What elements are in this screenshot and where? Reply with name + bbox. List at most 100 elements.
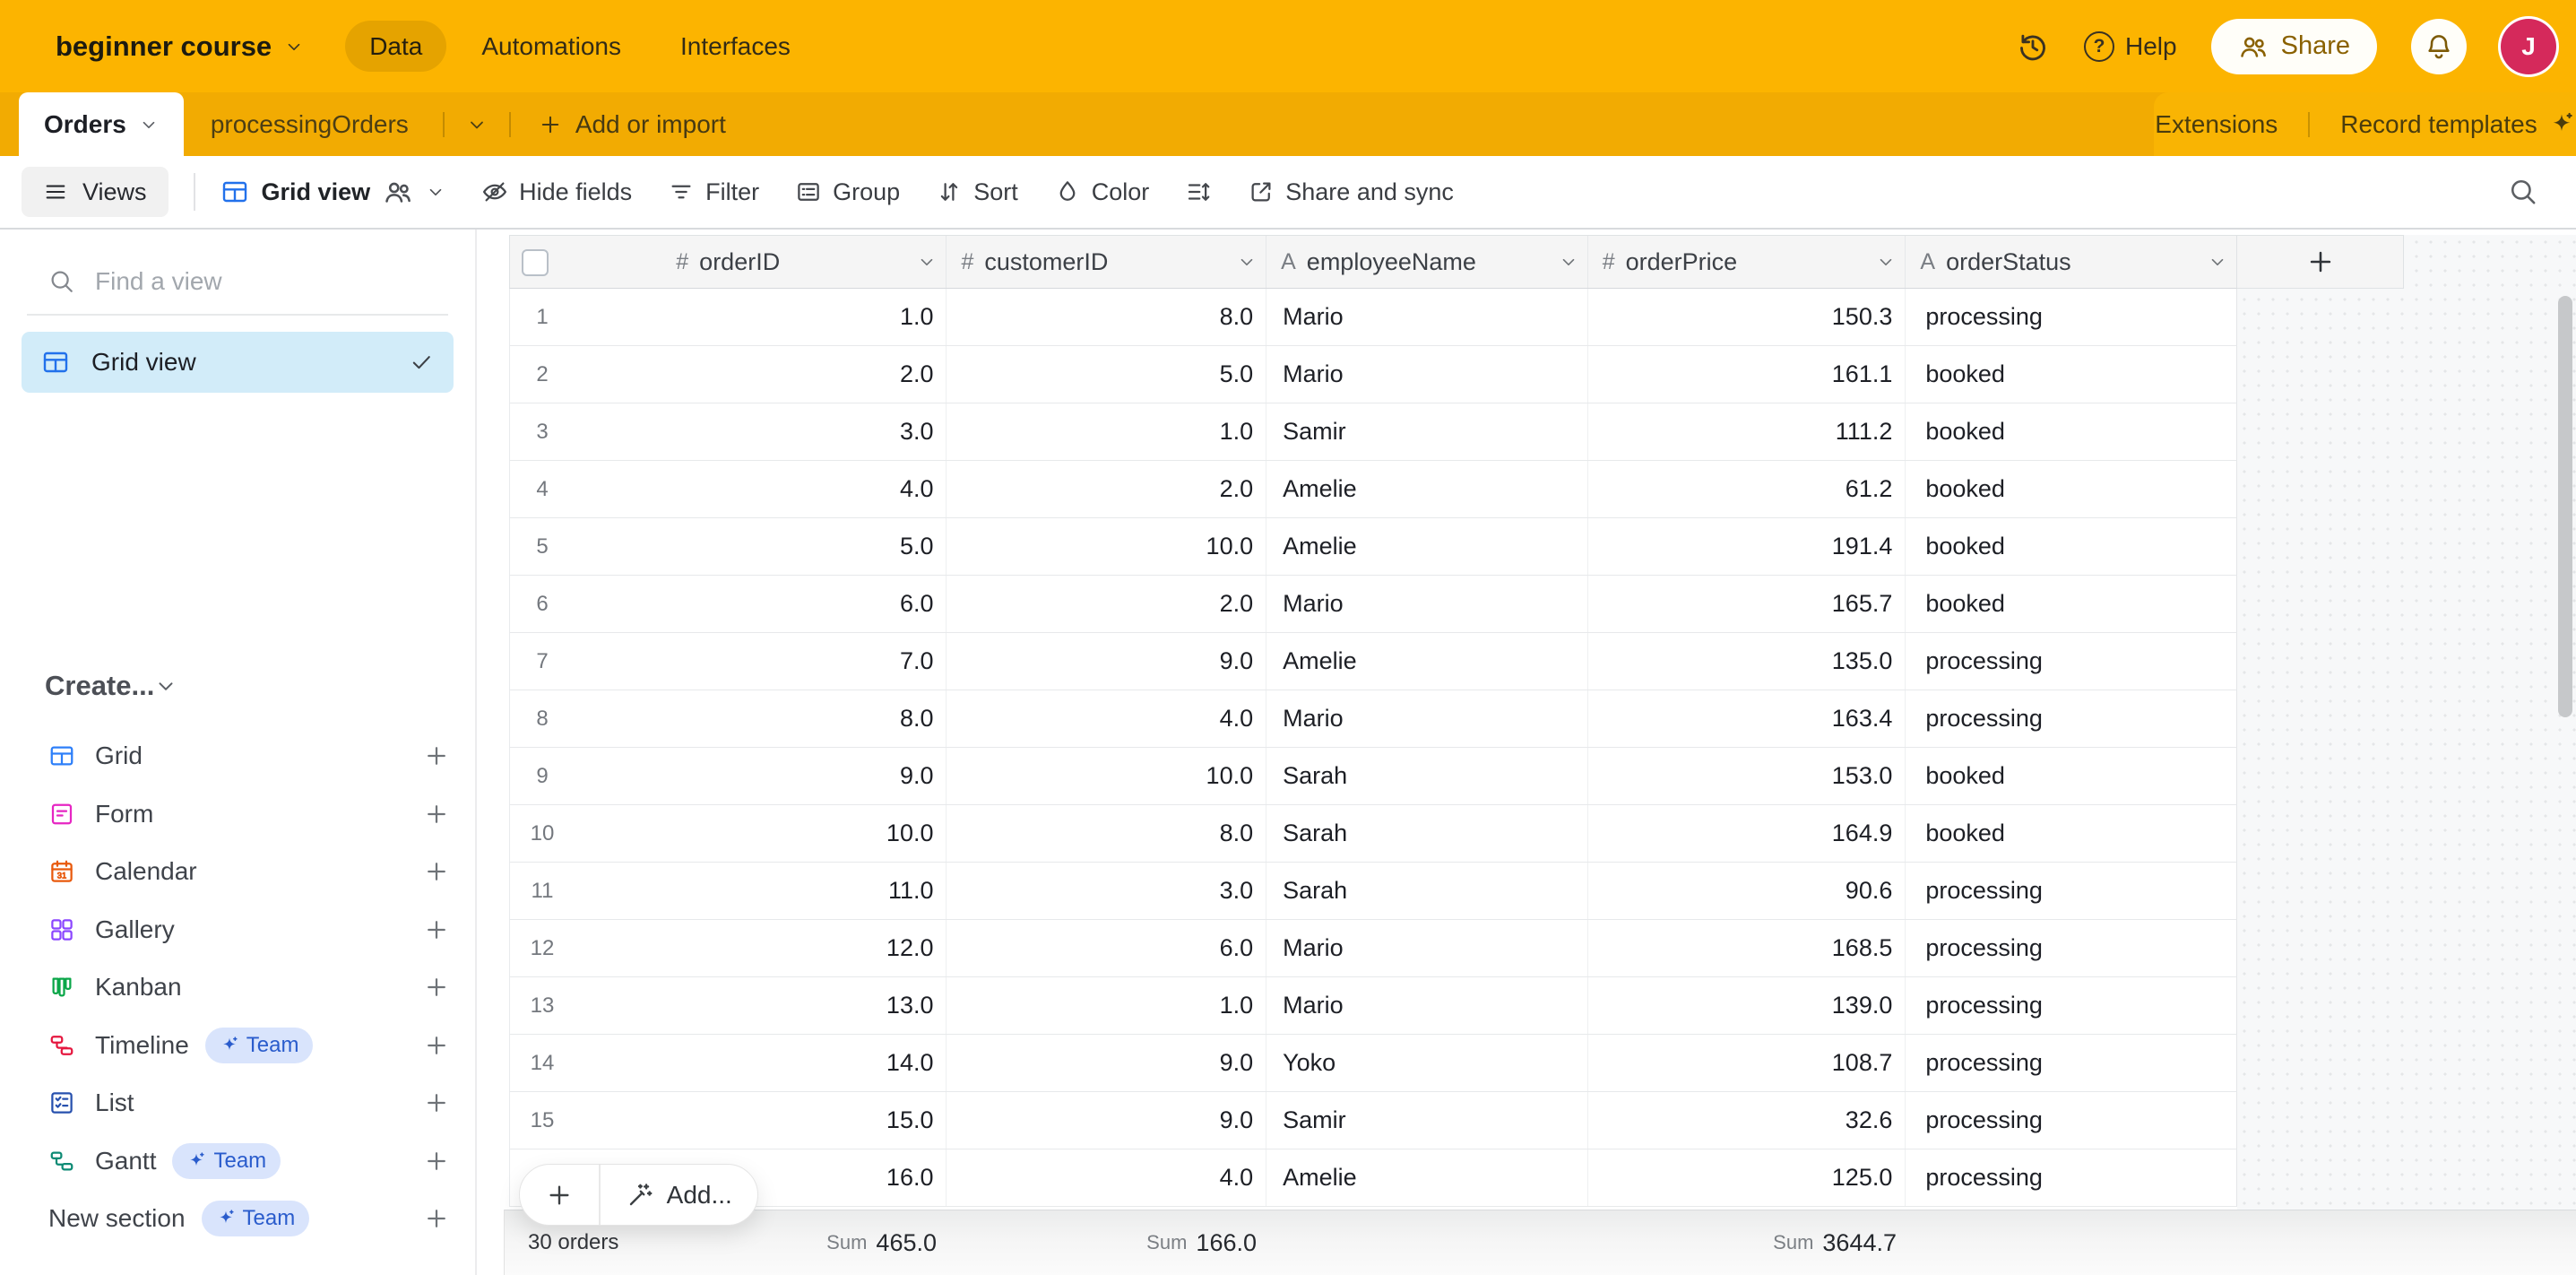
cell-employeename[interactable]: Sarah [1266,748,1588,804]
cell-orderid[interactable]: 1111.0 [510,863,947,919]
chevron-down-icon[interactable] [1559,252,1578,272]
cell-employeename[interactable]: Mario [1266,346,1588,403]
cell-orderprice[interactable]: 164.9 [1588,805,1906,862]
add-view-button[interactable] [423,858,450,885]
sidebar-item-grid-view[interactable]: Grid view [22,332,454,393]
cell-orderid[interactable]: 22.0 [510,346,947,403]
add-view-button[interactable] [423,1148,450,1175]
cell-customerid[interactable]: 9.0 [947,1035,1266,1091]
column-header-orderprice[interactable]: #orderPrice [1588,236,1906,288]
cell-orderstatus[interactable]: booked [1906,805,2236,862]
tab-processingorders[interactable]: processingOrders [184,92,436,156]
cell-employeename[interactable]: Amelie [1266,633,1588,690]
cell-orderprice[interactable]: 165.7 [1588,576,1906,632]
column-header-employeename[interactable]: AemployeeName [1266,236,1588,288]
column-header-orderid[interactable]: #orderID [510,236,947,288]
cell-customerid[interactable]: 3.0 [947,863,1266,919]
cell-orderprice[interactable]: 61.2 [1588,461,1906,517]
column-header-orderstatus[interactable]: AorderStatus [1906,236,2236,288]
cell-orderprice[interactable]: 139.0 [1588,977,1906,1034]
cell-orderid[interactable]: 1313.0 [510,977,947,1034]
topnav-interfaces[interactable]: Interfaces [656,21,815,72]
hide-fields-button[interactable]: Hide fields [481,178,632,206]
cell-orderstatus[interactable]: processing [1906,1035,2236,1091]
cell-orderstatus[interactable]: processing [1906,977,2236,1034]
cell-orderstatus[interactable]: booked [1906,403,2236,460]
cell-orderstatus[interactable]: booked [1906,518,2236,575]
cell-orderprice[interactable]: 191.4 [1588,518,1906,575]
tab-orders[interactable]: Orders [19,92,184,156]
cell-customerid[interactable]: 4.0 [947,1149,1266,1206]
cell-orderid[interactable]: 1212.0 [510,920,947,976]
cell-orderid[interactable]: 11.0 [510,289,947,345]
cell-orderid[interactable]: 1010.0 [510,805,947,862]
add-field-button[interactable] [2237,235,2404,289]
chevron-down-icon[interactable] [1237,252,1257,272]
create-item-list[interactable]: List [0,1074,475,1132]
create-item-new-section[interactable]: New sectionTeam [0,1190,475,1248]
cell-employeename[interactable]: Sarah [1266,863,1588,919]
row-height-button[interactable] [1185,178,1212,205]
cell-orderstatus[interactable]: processing [1906,1092,2236,1149]
cell-orderstatus[interactable]: processing [1906,920,2236,976]
cell-orderstatus[interactable]: booked [1906,748,2236,804]
vertical-scrollbar[interactable] [2558,296,2572,717]
notifications-button[interactable] [2411,19,2467,74]
cell-orderid[interactable]: 1515.0 [510,1092,947,1149]
cell-orderstatus[interactable]: processing [1906,863,2236,919]
help-button[interactable]: ? Help [2084,31,2177,62]
create-item-form[interactable]: Form [0,785,475,844]
cell-employeename[interactable]: Samir [1266,1092,1588,1149]
column-header-customerid[interactable]: #customerID [947,236,1266,288]
sort-button[interactable]: Sort [936,178,1018,206]
add-view-button[interactable] [423,974,450,1001]
search-records-button[interactable] [2508,177,2538,207]
record-templates-button[interactable]: Record templates [2340,110,2574,139]
create-item-calendar[interactable]: 31Calendar [0,843,475,901]
add-view-button[interactable] [423,916,450,943]
create-section-header[interactable]: Create... [45,662,450,710]
create-item-kanban[interactable]: Kanban [0,958,475,1017]
cell-customerid[interactable]: 1.0 [947,403,1266,460]
add-view-button[interactable] [423,1089,450,1116]
cell-orderid[interactable]: 99.0 [510,748,947,804]
share-button[interactable]: Share [2211,19,2377,74]
find-a-view-input[interactable]: Find a view [48,262,448,301]
add-view-button[interactable] [423,742,450,769]
cell-employeename[interactable]: Mario [1266,576,1588,632]
cell-orderprice[interactable]: 150.3 [1588,289,1906,345]
cell-customerid[interactable]: 6.0 [947,920,1266,976]
current-view-button[interactable]: Grid view [220,177,446,207]
create-item-grid[interactable]: Grid [0,727,475,785]
cell-employeename[interactable]: Mario [1266,977,1588,1034]
cell-customerid[interactable]: 1.0 [947,977,1266,1034]
cell-customerid[interactable]: 9.0 [947,1092,1266,1149]
cell-orderprice[interactable]: 153.0 [1588,748,1906,804]
cell-employeename[interactable]: Mario [1266,920,1588,976]
cell-orderid[interactable]: 1414.0 [510,1035,947,1091]
cell-orderprice[interactable]: 111.2 [1588,403,1906,460]
color-button[interactable]: Color [1054,178,1150,206]
cell-customerid[interactable]: 10.0 [947,748,1266,804]
cell-orderstatus[interactable]: booked [1906,461,2236,517]
cell-customerid[interactable]: 10.0 [947,518,1266,575]
cell-customerid[interactable]: 5.0 [947,346,1266,403]
cell-orderid[interactable]: 77.0 [510,633,947,690]
cell-orderprice[interactable]: 168.5 [1588,920,1906,976]
cell-orderstatus[interactable]: booked [1906,346,2236,403]
cell-orderprice[interactable]: 108.7 [1588,1035,1906,1091]
add-view-button[interactable] [423,1205,450,1232]
avatar[interactable]: J [2501,19,2556,74]
filter-button[interactable]: Filter [668,178,759,206]
cell-customerid[interactable]: 8.0 [947,289,1266,345]
topnav-automations[interactable]: Automations [457,21,645,72]
extensions-button[interactable]: Extensions [2155,110,2278,139]
add-or-import-button[interactable]: Add or import [518,92,746,156]
cell-employeename[interactable]: Samir [1266,403,1588,460]
cell-orderid[interactable]: 66.0 [510,576,947,632]
cell-employeename[interactable]: Yoko [1266,1035,1588,1091]
group-button[interactable]: Group [795,178,900,206]
cell-orderstatus[interactable]: booked [1906,576,2236,632]
cell-orderstatus[interactable]: processing [1906,690,2236,747]
add-view-button[interactable] [423,801,450,828]
